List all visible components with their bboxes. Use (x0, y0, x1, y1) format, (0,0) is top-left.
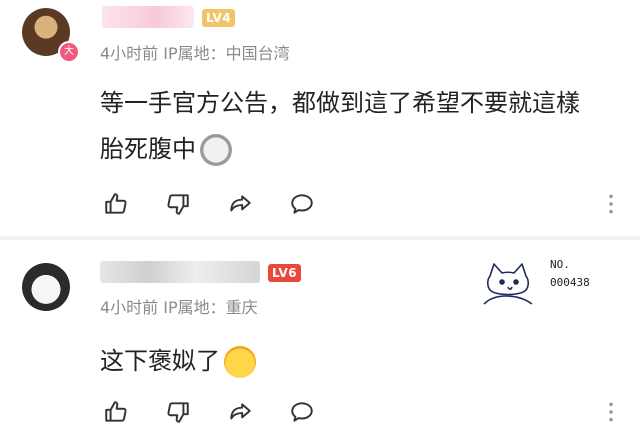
comment-text: 等一手官方公告，都做到這了希望不要就這樣 胎死腹中 (100, 80, 620, 172)
thumbs-down-icon (167, 194, 189, 215)
like-button[interactable] (100, 188, 132, 220)
comment-icon (291, 194, 313, 214)
thumbs-down-icon (167, 402, 189, 423)
share-button[interactable] (224, 396, 256, 428)
comment-text: 这下褒姒了 (100, 338, 256, 384)
sticker-number: 000438 (550, 276, 590, 289)
comment-icon (291, 402, 313, 422)
more-icon (609, 194, 613, 214)
fan-sticker: NO. 000438 (478, 254, 618, 314)
more-button[interactable] (602, 396, 620, 428)
comment-actions (100, 396, 620, 428)
cat-sticker-icon (483, 263, 533, 305)
share-icon (230, 403, 251, 420)
comment-text-line1: 这下褒姒了 (100, 347, 220, 375)
avatar-badge: 大 (58, 41, 80, 63)
comment-text-line1: 等一手官方公告，都做到這了希望不要就這樣 (100, 89, 580, 117)
thumbs-up-icon (105, 401, 127, 422)
share-button[interactable] (224, 188, 256, 220)
more-icon (609, 402, 613, 422)
like-button[interactable] (100, 396, 132, 428)
username-blurred[interactable] (102, 6, 194, 28)
comment-actions (100, 188, 620, 220)
dislike-button[interactable] (162, 396, 194, 428)
grimace-face-emoji (200, 134, 232, 166)
comment-text-line2: 胎死腹中 (100, 135, 196, 163)
sticker-label: NO. (550, 258, 570, 271)
level-badge: LV4 (202, 9, 236, 27)
comment-meta: 4小时前 IP属地：中国台湾 (100, 44, 290, 63)
more-button[interactable] (602, 188, 620, 220)
reply-button[interactable] (286, 188, 318, 220)
share-icon (230, 195, 251, 212)
level-badge: LV6 (268, 264, 302, 282)
dislike-button[interactable] (162, 188, 194, 220)
username-blurred[interactable] (100, 261, 260, 283)
thumbs-up-icon (105, 193, 127, 214)
reply-button[interactable] (286, 396, 318, 428)
comment-meta: 4小时前 IP属地：重庆 (100, 298, 258, 317)
crying-face-emoji (224, 346, 256, 378)
avatar[interactable] (22, 263, 70, 311)
comment-item: LV6 NO. 000438 4小时前 IP属地：重庆 这下褒姒了 (0, 240, 640, 448)
comment-item: 大 LV4 4小时前 IP属地：中国台湾 等一手官方公告，都做到這了希望不要就這… (0, 0, 640, 236)
